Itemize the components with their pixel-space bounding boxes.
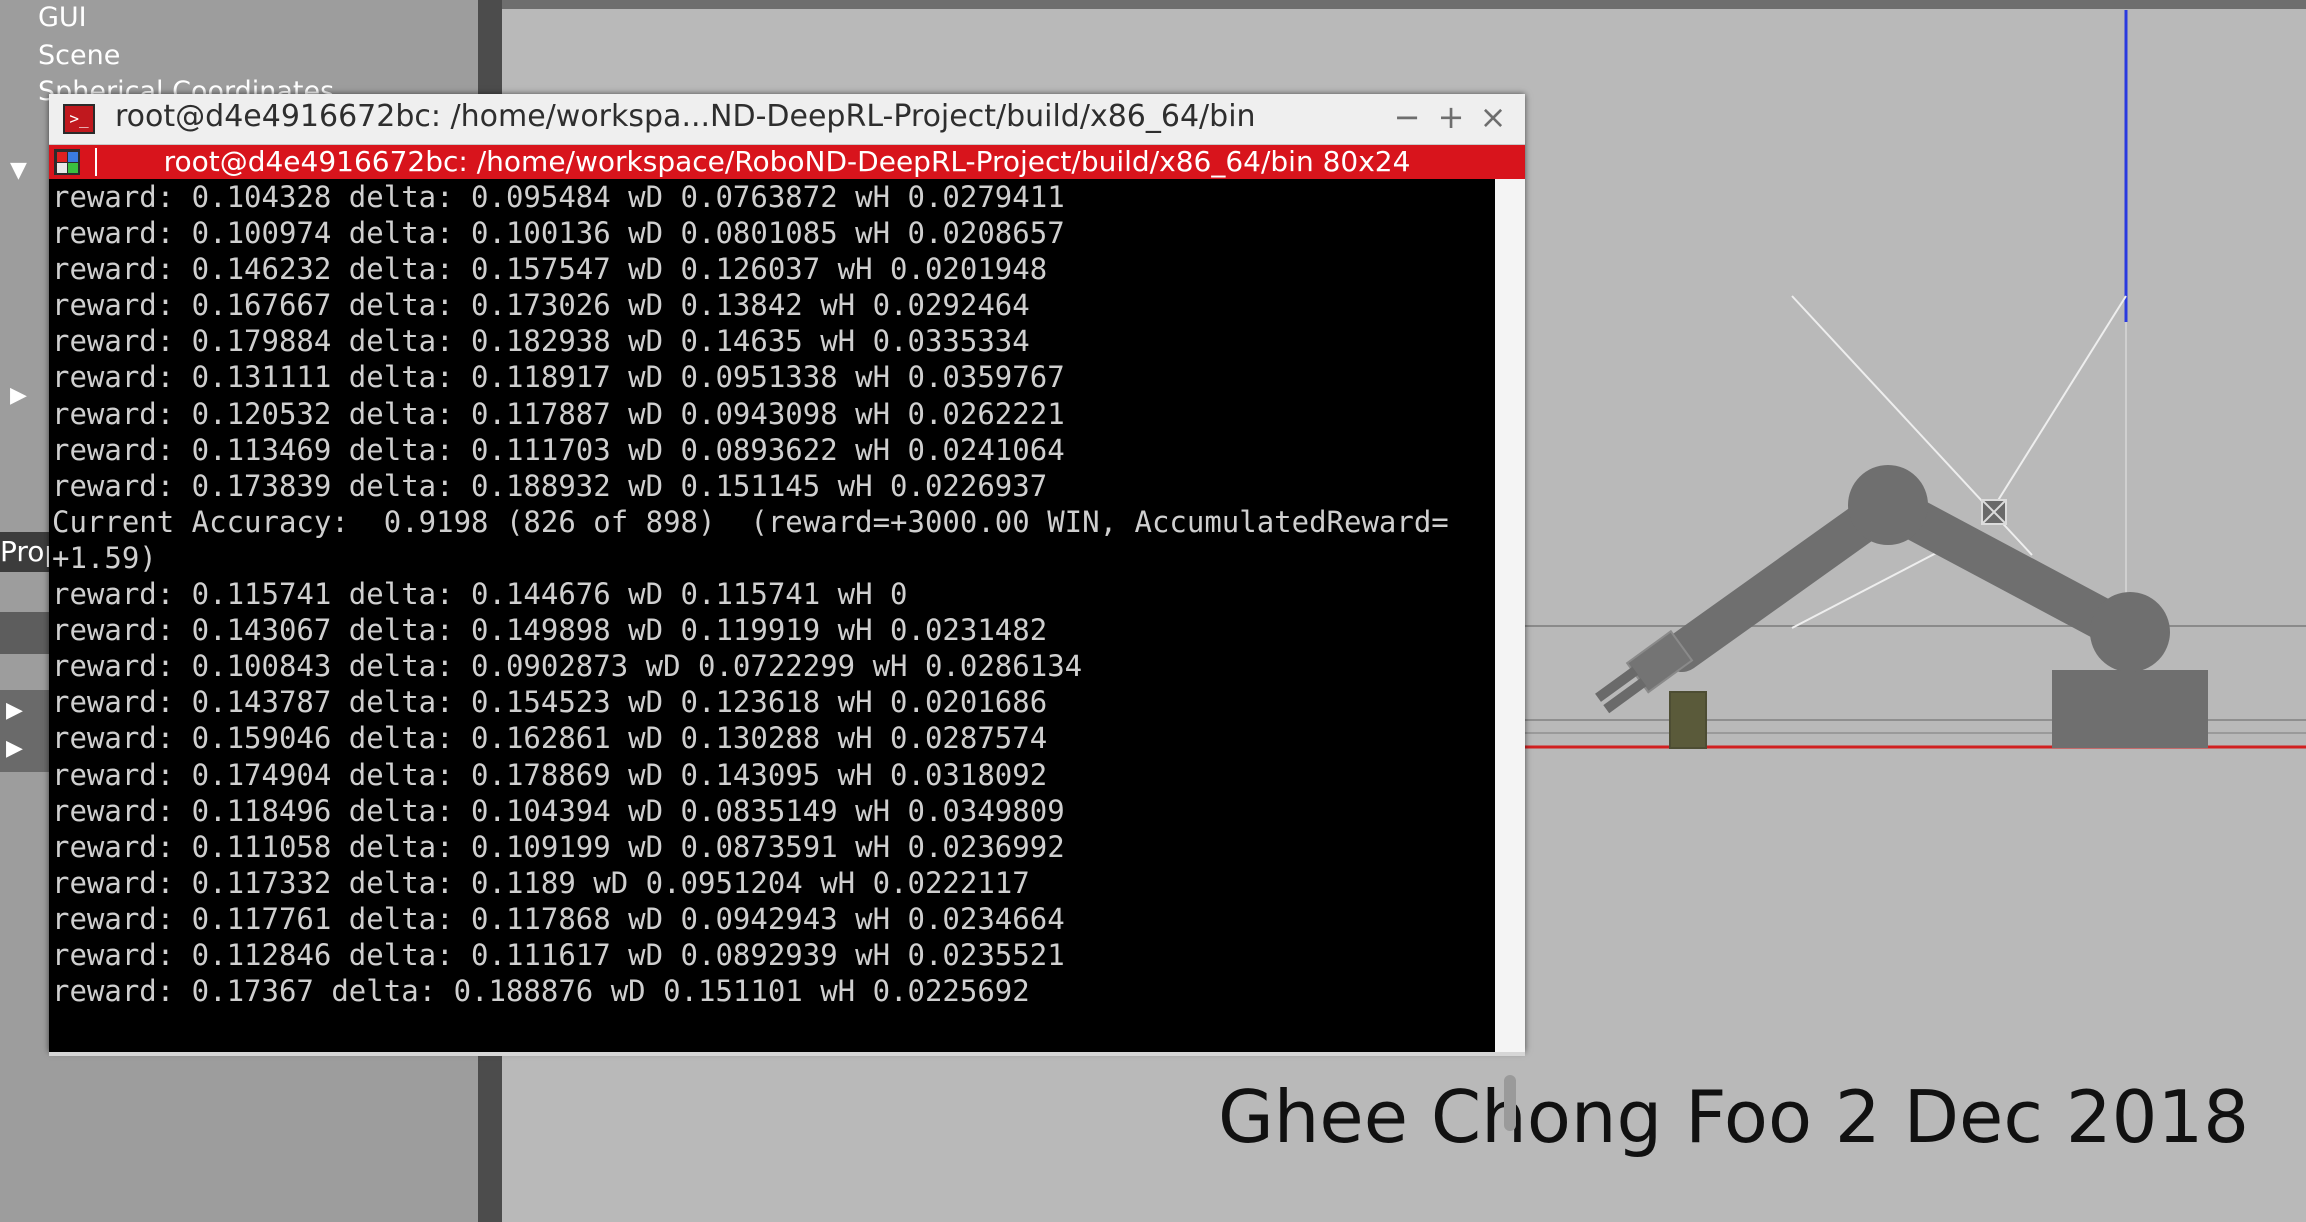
terminal-line: +1.59) xyxy=(52,540,157,575)
terminal-line: reward: 0.117761 delta: 0.117868 wD 0.09… xyxy=(52,901,1065,936)
terminal-window[interactable]: >_ root@d4e4916672bc: /home/workspa...ND… xyxy=(49,94,1525,1131)
terminal-line: reward: 0.100843 delta: 0.0902873 wD 0.0… xyxy=(52,649,1083,684)
terminal-line: reward: 0.115741 delta: 0.144676 wD 0.11… xyxy=(52,577,908,612)
terminal-bottom-border xyxy=(49,1052,1525,1056)
property-panel-header: Prop xyxy=(0,532,62,572)
terminal-line: reward: 0.112846 delta: 0.111617 wD 0.08… xyxy=(52,937,1065,972)
tree-item-gui[interactable]: GUI xyxy=(38,2,87,33)
terminal-line: reward: 0.118496 delta: 0.104394 wD 0.08… xyxy=(52,793,1065,828)
collapsed-arrow-icon[interactable]: ▶ xyxy=(6,698,23,723)
robot-shoulder-joint xyxy=(2090,592,2170,672)
caption-text: Ghee Chong Foo 2 Dec 2018 xyxy=(1218,1075,2250,1159)
robot-elbow-joint xyxy=(1848,465,1928,545)
close-button[interactable]: × xyxy=(1475,98,1511,136)
maximize-button[interactable]: + xyxy=(1433,98,1469,136)
terminal-line: reward: 0.131111 delta: 0.118917 wD 0.09… xyxy=(52,360,1065,395)
terminal-line: reward: 0.120532 delta: 0.117887 wD 0.09… xyxy=(52,396,1065,431)
terminal-line: reward: 0.104328 delta: 0.095484 wD 0.07… xyxy=(52,180,1065,214)
property-row-group[interactable]: ▶ ▶ xyxy=(0,690,50,772)
terminal-line: reward: 0.17367 delta: 0.188876 wD 0.151… xyxy=(52,974,1030,1009)
terminal-titlebar[interactable]: >_ root@d4e4916672bc: /home/workspa...ND… xyxy=(49,94,1525,145)
target-tube-object xyxy=(1669,691,1707,749)
camera-frustum-line xyxy=(1991,295,2127,511)
terminal-line: reward: 0.100974 delta: 0.100136 wD 0.08… xyxy=(52,216,1065,251)
window-title: root@d4e4916672bc: /home/workspa...ND-De… xyxy=(115,99,1256,134)
terminal-tab-bar[interactable]: root@d4e4916672bc: /home/workspace/RoboN… xyxy=(49,145,1525,179)
terminal-line: reward: 0.179884 delta: 0.182938 wD 0.14… xyxy=(52,324,1030,359)
terminal-line: reward: 0.174904 delta: 0.178869 wD 0.14… xyxy=(52,757,1048,792)
terminal-line: reward: 0.113469 delta: 0.111703 wD 0.08… xyxy=(52,432,1065,467)
terminal-tab-title[interactable]: root@d4e4916672bc: /home/workspace/RoboN… xyxy=(49,145,1525,179)
terminal-line: reward: 0.173839 delta: 0.188932 wD 0.15… xyxy=(52,468,1048,503)
terminal-line: reward: 0.146232 delta: 0.157547 wD 0.12… xyxy=(52,252,1048,287)
minimize-button[interactable]: − xyxy=(1389,98,1425,136)
terminal-line: reward: 0.143787 delta: 0.154523 wD 0.12… xyxy=(52,685,1048,720)
terminal-line: reward: 0.167667 delta: 0.173026 wD 0.13… xyxy=(52,288,1030,323)
terminal-line: reward: 0.117332 delta: 0.1189 wD 0.0951… xyxy=(52,865,1030,900)
collapsed-arrow-icon[interactable]: ▶ xyxy=(6,736,23,761)
terminal-line: Current Accuracy: 0.9198 (826 of 898) (r… xyxy=(52,504,1449,539)
robot-base xyxy=(2052,670,2208,748)
terminal-line: reward: 0.111058 delta: 0.109199 wD 0.08… xyxy=(52,829,1065,864)
scrollbar-thumb[interactable] xyxy=(1504,1075,1516,1131)
terminal-line: reward: 0.143067 delta: 0.149898 wD 0.11… xyxy=(52,613,1048,648)
tree-item-scene[interactable]: Scene xyxy=(38,40,120,71)
expand-arrow-icon[interactable]: ▼ xyxy=(10,158,27,183)
terminal-app-icon: >_ xyxy=(63,104,95,134)
property-row[interactable] xyxy=(0,612,50,654)
terminal-output[interactable]: reward: 0.104328 delta: 0.095484 wD 0.07… xyxy=(49,179,1498,1052)
terminal-line: reward: 0.159046 delta: 0.162861 wD 0.13… xyxy=(52,721,1048,756)
terminal-scrollbar[interactable] xyxy=(1495,179,1525,1131)
collapsed-arrow-icon[interactable]: ▶ xyxy=(10,383,27,408)
